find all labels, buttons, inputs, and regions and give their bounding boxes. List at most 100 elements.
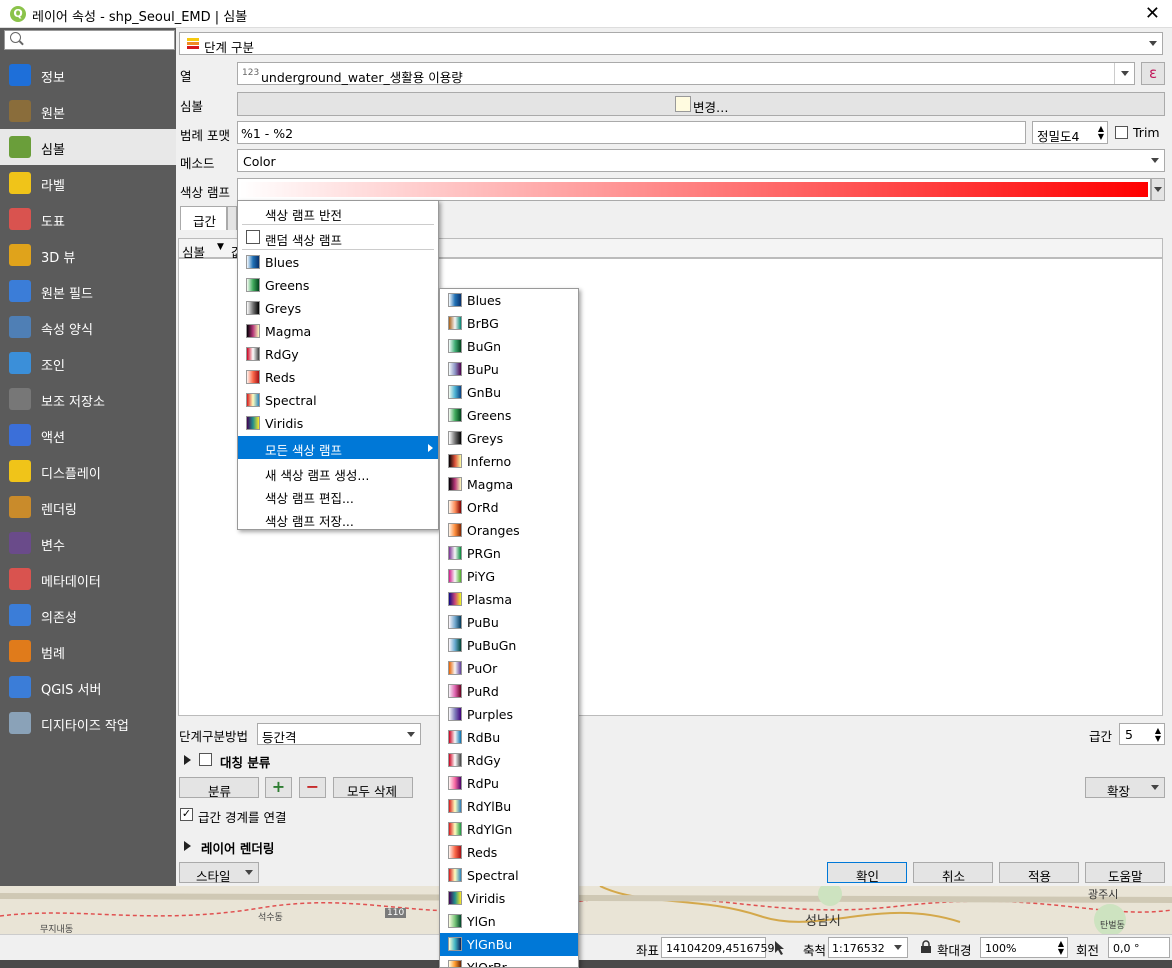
sidebar-item-symbology[interactable]: 심볼 (0, 129, 176, 165)
magnifier-spinbox[interactable]: 100% ▲ ▼ (980, 937, 1068, 958)
ramp-menu-item[interactable]: Reds (440, 841, 578, 864)
lock-icon[interactable] (920, 940, 932, 954)
ramp-menu-item[interactable]: OrRd (440, 496, 578, 519)
sidebar-item-dependencies[interactable]: 의존성 (0, 597, 176, 633)
tab-histogram[interactable] (227, 206, 237, 230)
ramp-menu-item[interactable]: GnBu (440, 381, 578, 404)
sidebar-item-3d-view[interactable]: 3D 뷰 (0, 237, 176, 273)
legend-format-input[interactable]: %1 - %2 (237, 121, 1026, 144)
edit-ramp-menu-item[interactable]: 색상 램프 편집... (238, 484, 438, 507)
ramp-menu-item[interactable]: Magma (238, 320, 438, 343)
sidebar-item-actions[interactable]: 액션 (0, 417, 176, 453)
ramp-menu-item[interactable]: YlOrBr (440, 956, 578, 967)
ramp-menu-item[interactable]: BuPu (440, 358, 578, 381)
ramp-menu-item[interactable]: Blues (440, 289, 578, 312)
precision-spinbox[interactable]: 정밀도4 ▲ ▼ (1032, 121, 1108, 144)
invert-ramp-menu-item[interactable]: 색상 램프 반전 (238, 201, 438, 224)
ramp-menu-item[interactable]: RdGy (238, 343, 438, 366)
sidebar-item-legend[interactable]: 범례 (0, 633, 176, 669)
ramp-menu-item[interactable]: YlGnBu (440, 933, 578, 956)
ramp-menu-item[interactable]: RdPu (440, 772, 578, 795)
all-ramps-menu-item[interactable]: 모든 색상 램프 (238, 436, 438, 459)
mode-select[interactable]: 등간격 (257, 723, 421, 745)
sidebar-item-joins[interactable]: 조인 (0, 345, 176, 381)
sidebar-item-rendering[interactable]: 렌더링 (0, 489, 176, 525)
ramp-menu-item[interactable]: Plasma (440, 588, 578, 611)
sidebar-search-input[interactable] (4, 30, 175, 50)
ramp-menu-item[interactable]: Viridis (440, 887, 578, 910)
symbol-column-header[interactable]: 심볼 (182, 242, 205, 261)
ramp-menu-item[interactable]: RdBu (440, 726, 578, 749)
sidebar-item-source[interactable]: 원본 (0, 93, 176, 129)
ramp-menu-item[interactable]: Blues (238, 251, 438, 274)
ramp-menu-item[interactable]: PuRd (440, 680, 578, 703)
apply-button[interactable]: 적용 (999, 862, 1079, 884)
ramp-menu-item[interactable]: RdYlBu (440, 795, 578, 818)
random-ramp-checkbox[interactable] (246, 230, 260, 244)
link-class-boundaries-checkbox[interactable]: ✓ (180, 808, 193, 821)
ok-button[interactable]: 확인 (827, 862, 907, 884)
mouse-pointer-icon[interactable] (772, 939, 790, 957)
delete-all-button[interactable]: 모두 삭제 (333, 777, 413, 799)
add-class-button[interactable]: + (265, 777, 292, 798)
help-button[interactable]: 도움말 (1085, 862, 1165, 884)
ramp-menu-item[interactable]: RdYlGn (440, 818, 578, 841)
symmetric-checkbox[interactable] (199, 753, 212, 766)
ramp-menu-item[interactable]: Oranges (440, 519, 578, 542)
tab-classes[interactable]: 급간 (180, 206, 227, 230)
cancel-button[interactable]: 취소 (913, 862, 993, 884)
ramp-menu-item[interactable]: BuGn (440, 335, 578, 358)
remove-class-button[interactable]: − (299, 777, 326, 798)
ramp-menu-item[interactable]: PuBu (440, 611, 578, 634)
column-select[interactable]: 123 underground_water_생활용 이용량 (237, 62, 1135, 85)
renderer-select[interactable]: 단계 구분 (179, 32, 1163, 55)
random-ramp-menu-item[interactable]: 랜덤 색상 램프 (238, 226, 438, 249)
ramp-menu-item[interactable]: RdGy (440, 749, 578, 772)
style-button[interactable]: 스타일 (179, 862, 259, 884)
ramp-menu-item[interactable]: Greys (440, 427, 578, 450)
new-ramp-menu-item[interactable]: 새 색상 램프 생성... (238, 461, 438, 484)
ramp-menu-item[interactable]: Greens (440, 404, 578, 427)
map-canvas[interactable]: 무지내동 석수동 110 성남시 광주시 탄벌동 (0, 886, 1172, 934)
ramp-menu-item[interactable]: Purples (440, 703, 578, 726)
classes-count-spinbox[interactable]: 5 ▲ ▼ (1119, 723, 1165, 745)
ramp-menu-item[interactable]: BrBG (440, 312, 578, 335)
ramp-menu-item[interactable]: Viridis (238, 412, 438, 435)
sidebar-item-info[interactable]: 정보 (0, 57, 176, 93)
ramp-menu-item[interactable]: PiYG (440, 565, 578, 588)
sidebar-item-display[interactable]: 디스플레이 (0, 453, 176, 489)
ramp-menu-item[interactable]: YlGn (440, 910, 578, 933)
advanced-button[interactable]: 확장 (1085, 777, 1165, 799)
ramp-menu-item[interactable]: Inferno (440, 450, 578, 473)
color-ramp-button[interactable] (237, 178, 1151, 201)
ramp-menu-item[interactable]: PuBuGn (440, 634, 578, 657)
ramp-menu-item[interactable]: Greens (238, 274, 438, 297)
sidebar-item-fields[interactable]: 원본 필드 (0, 273, 176, 309)
symbol-change-button[interactable]: 변경… (237, 92, 1165, 116)
ramp-menu-item[interactable]: Spectral (238, 389, 438, 412)
ramp-menu-item[interactable]: Magma (440, 473, 578, 496)
ramp-menu-item[interactable]: Spectral (440, 864, 578, 887)
sidebar-item-labels[interactable]: 라벨 (0, 165, 176, 201)
sidebar-item-attributes-form[interactable]: 속성 양식 (0, 309, 176, 345)
ramp-menu-item[interactable]: Greys (238, 297, 438, 320)
save-ramp-menu-item[interactable]: 색상 램프 저장... (238, 507, 438, 530)
sidebar-item-digitizing[interactable]: 디지타이즈 작업 (0, 705, 176, 741)
close-icon[interactable]: ✕ (1145, 3, 1160, 24)
ramp-menu-item[interactable]: PuOr (440, 657, 578, 680)
coordinate-input[interactable]: 14104209,4516759 (661, 937, 774, 958)
sidebar-item-diagrams[interactable]: 도표 (0, 201, 176, 237)
color-ramp-dropdown-button[interactable] (1151, 178, 1165, 201)
expression-button[interactable]: ε (1141, 62, 1165, 85)
sidebar-item-auxiliary-storage[interactable]: 보조 저장소 (0, 381, 176, 417)
sidebar-item-qgis-server[interactable]: QGIS 서버 (0, 669, 176, 705)
ramp-menu-item[interactable]: Reds (238, 366, 438, 389)
ramp-menu-item[interactable]: PRGn (440, 542, 578, 565)
method-select[interactable]: Color (237, 149, 1165, 172)
rotation-input[interactable]: 0,0 ° (1108, 937, 1170, 958)
classify-button[interactable]: 분류 (179, 777, 259, 799)
sidebar-item-variables[interactable]: 변수 (0, 525, 176, 561)
scale-select[interactable]: 1:176532 (828, 937, 908, 958)
sidebar-item-metadata[interactable]: 메타데이터 (0, 561, 176, 597)
expand-arrow-icon[interactable] (184, 755, 191, 765)
